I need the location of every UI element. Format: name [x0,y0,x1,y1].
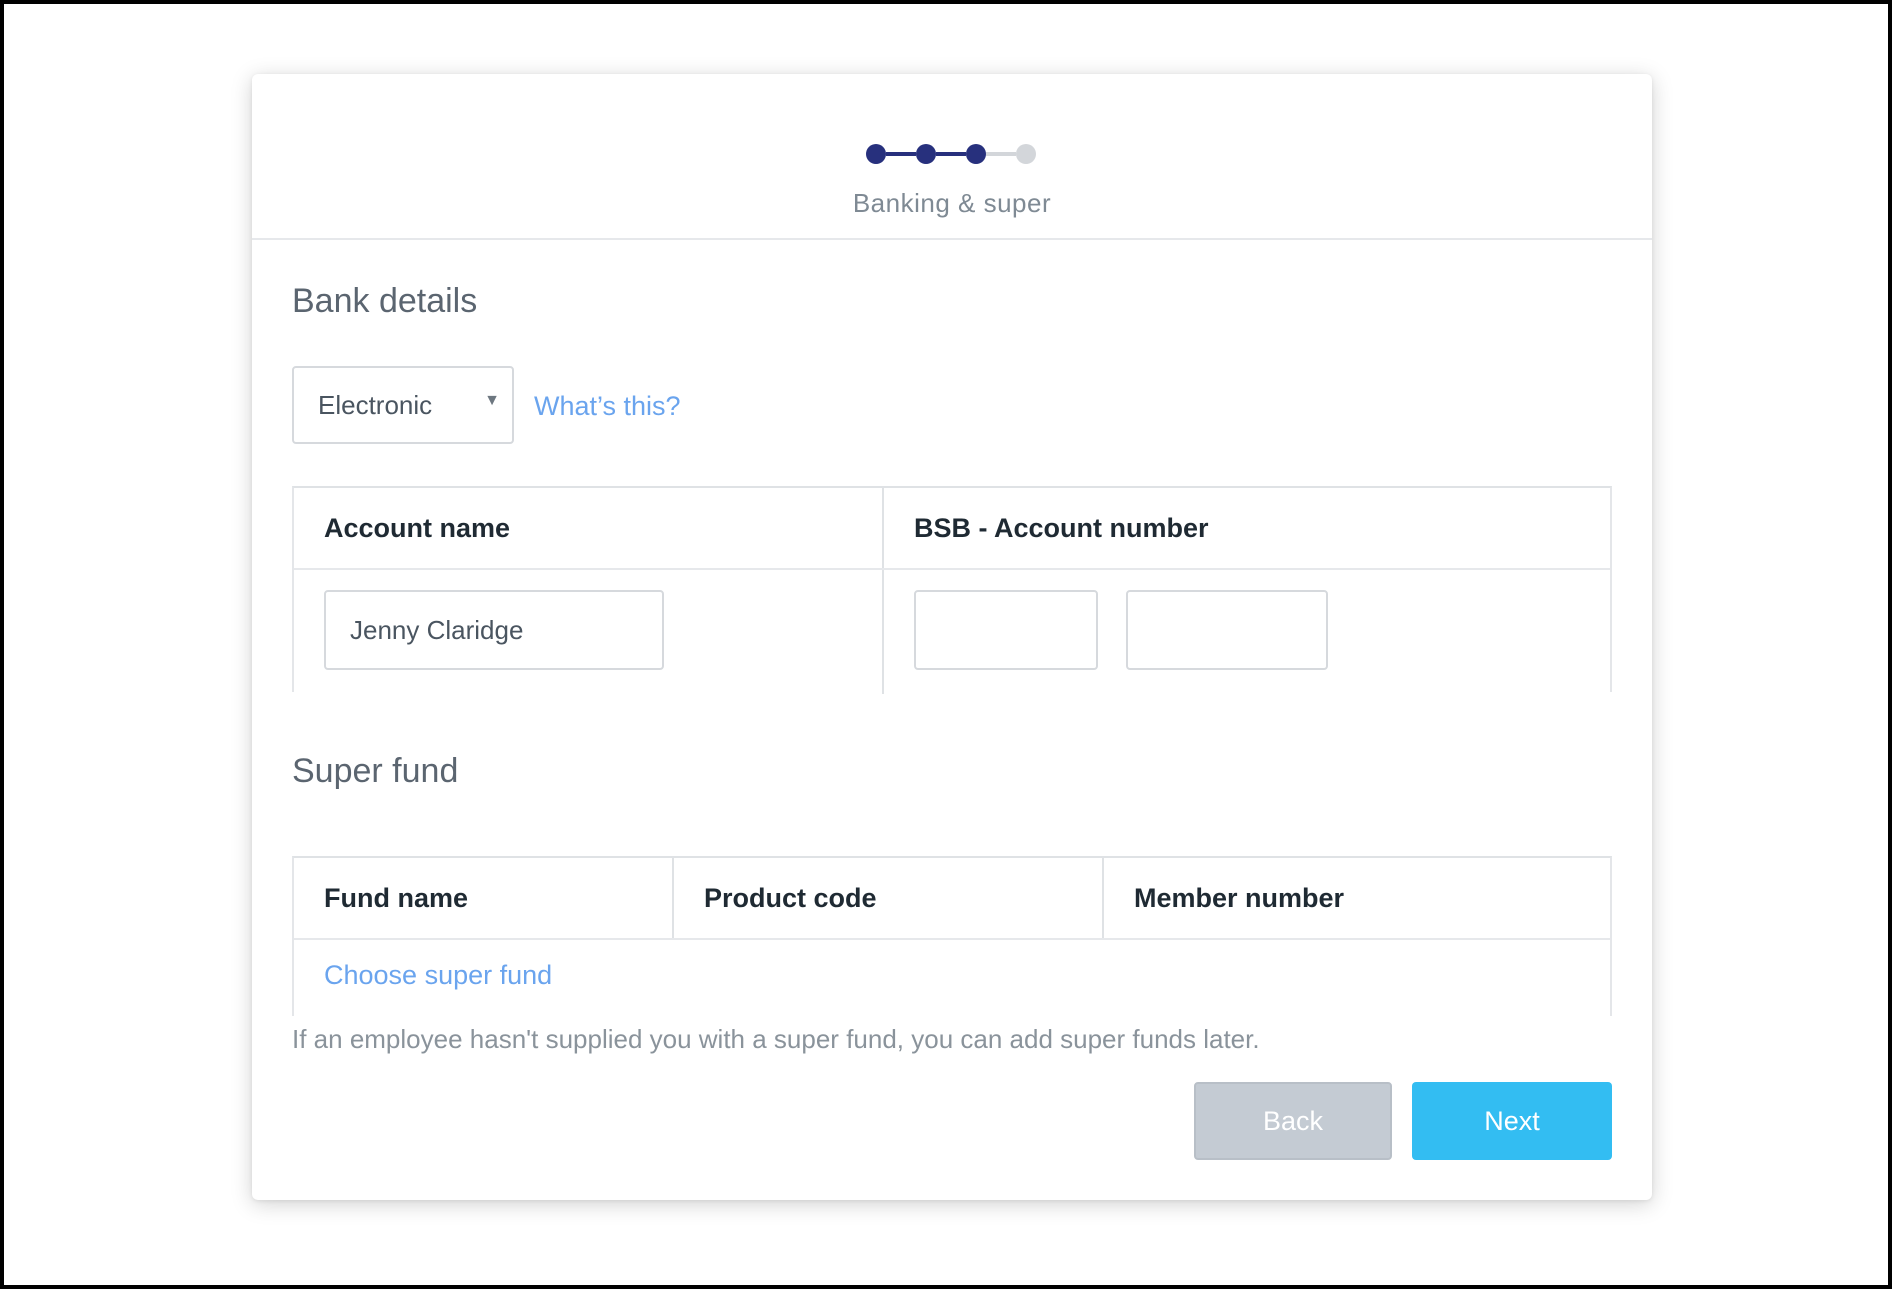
column-header-member-number: Member number [1134,883,1345,913]
step-dot-4 [1016,144,1036,164]
column-header-bsb-account-number: BSB - Account number [914,513,1209,543]
payment-method-select[interactable]: Electronic ▼ [292,366,514,444]
progress-stepper [866,142,1046,166]
step-connector-3 [986,152,1016,156]
column-header-account-name: Account name [324,513,511,543]
step-dot-1 [866,144,886,164]
header-row-divider [294,568,1610,570]
step-dot-3 [966,144,986,164]
back-button[interactable]: Back [1194,1082,1392,1160]
column-header-fund-name: Fund name [324,883,469,913]
chevron-down-icon: ▼ [484,392,500,409]
super-fund-table: Fund name Product code Member number Cho… [292,856,1612,1016]
bank-details-title: Bank details [292,282,478,320]
bank-details-table: Account name BSB - Account number [292,486,1612,694]
account-name-input[interactable] [324,590,664,670]
column-divider [882,488,884,694]
step-dot-2 [916,144,936,164]
step-label: Banking & super [852,188,1052,218]
choose-super-fund-link[interactable]: Choose super fund [324,960,552,991]
whats-this-link[interactable]: What’s this? [534,391,681,422]
super-fund-hint: If an employee hasn't supplied you with … [292,1024,1260,1054]
super-fund-title: Super fund [292,752,459,790]
next-button[interactable]: Next [1412,1082,1612,1160]
payment-method-value: Electronic [318,390,433,420]
column-header-product-code: Product code [704,883,877,913]
wizard-header: Banking & super [252,74,1652,240]
account-number-input[interactable] [1126,590,1328,670]
column-divider [672,858,674,938]
header-row-divider [294,938,1610,940]
onboarding-card: Banking & super Bank details Electronic … [252,74,1652,1200]
column-divider [1102,858,1104,938]
bsb-input[interactable] [914,590,1098,670]
step-connector-2 [936,152,966,156]
step-connector-1 [886,152,916,156]
